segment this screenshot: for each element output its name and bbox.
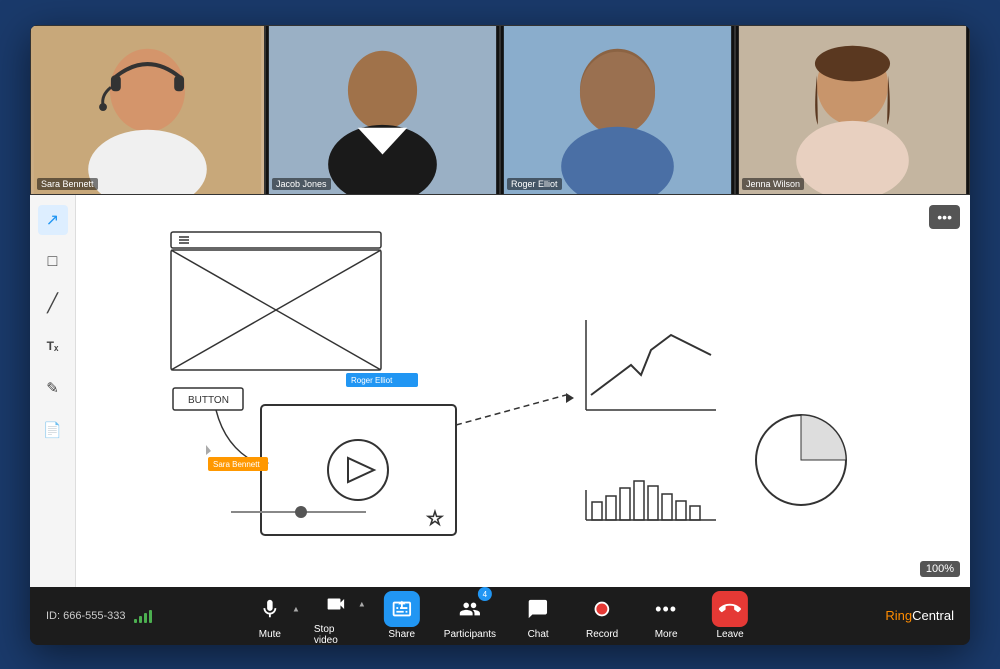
svg-text:Sara Bennett: Sara Bennett: [213, 460, 260, 469]
participants-label: Participants: [444, 629, 496, 640]
mute-button[interactable]: ▲ Mute: [250, 591, 290, 640]
more-options-button[interactable]: •••: [929, 205, 960, 229]
stop-video-button[interactable]: ▲ Stop video: [314, 586, 358, 645]
chat-label: Chat: [528, 629, 549, 640]
chat-icon: [520, 591, 556, 627]
participant-tile-roger: You are sharing your whiteboard Roger El…: [500, 25, 735, 195]
svg-text:☆: ☆: [426, 508, 444, 530]
share-label: Share: [388, 629, 415, 640]
leave-button[interactable]: Leave: [710, 591, 750, 640]
tool-text[interactable]: Tₓ: [38, 331, 68, 361]
svg-text:BUTTON: BUTTON: [188, 395, 229, 406]
mute-label: Mute: [259, 629, 281, 640]
participant-name-jenna: Jenna Wilson: [742, 178, 804, 190]
whiteboard-svg: Roger Elliot BUTTON Sara Bennett: [76, 195, 970, 587]
more-button[interactable]: ••• More: [646, 591, 686, 640]
participant-tile-jacob: Jacob Jones: [265, 25, 500, 195]
tool-line[interactable]: ╱: [38, 289, 68, 319]
meeting-id-text: ID: 666-555-333: [46, 610, 126, 622]
tool-pen[interactable]: ✎: [38, 373, 68, 403]
tool-select[interactable]: ↗: [38, 205, 68, 235]
participant-video-jenna: [736, 26, 969, 194]
more-label: More: [655, 629, 678, 640]
participant-video-jacob: [266, 26, 499, 194]
brand-logo: RingCentral: [885, 608, 954, 623]
signal-strength-icon: [134, 609, 152, 623]
share-icon: [384, 591, 420, 627]
participant-name-sara: Sara Bennett: [37, 178, 98, 190]
whiteboard: ••• 100% Roger Elliot: [76, 195, 970, 587]
participant-name-jacob: Jacob Jones: [272, 178, 331, 190]
meeting-id: ID: 666-555-333: [46, 609, 152, 623]
tool-rect[interactable]: □: [38, 247, 68, 277]
participants-icon: 4: [452, 591, 488, 627]
participant-video-roger: [501, 26, 734, 194]
bottom-bar: ID: 666-555-333 ▲ Mute: [30, 587, 970, 645]
participant-tile-sara: Sara Bennett: [30, 25, 265, 195]
more-icon: •••: [648, 591, 684, 627]
left-toolbar: ↗ □ ╱ Tₓ ✎ 📄: [30, 195, 76, 587]
tool-file[interactable]: 📄: [38, 415, 68, 445]
participant-name-roger: Roger Elliot: [507, 178, 562, 190]
chat-button[interactable]: Chat: [518, 591, 558, 640]
app-window: Sara Bennett Jacob Jones You are sharing…: [30, 25, 970, 645]
mute-arrow-icon[interactable]: ▲: [292, 605, 300, 614]
mute-icon: ▲: [252, 591, 288, 627]
participants-button[interactable]: 4 Participants: [446, 591, 494, 640]
leave-icon: [712, 591, 748, 627]
participants-badge: 4: [478, 587, 492, 601]
leave-label: Leave: [717, 629, 744, 640]
record-button[interactable]: Record: [582, 591, 622, 640]
svg-text:Roger Elliot: Roger Elliot: [351, 376, 393, 385]
record-label: Record: [586, 629, 618, 640]
brand-name: RingCentral: [885, 608, 954, 623]
participant-video-sara: [31, 26, 264, 194]
stop-video-icon: ▲: [318, 586, 354, 622]
stop-video-arrow-icon[interactable]: ▲: [358, 599, 366, 608]
meeting-controls: ▲ Mute ▲ Stop video: [250, 586, 750, 645]
participant-tile-jenna: Jenna Wilson: [735, 25, 970, 195]
stop-video-label: Stop video: [314, 624, 358, 645]
participants-bar: Sara Bennett Jacob Jones You are sharing…: [30, 25, 970, 195]
share-button[interactable]: Share: [382, 591, 422, 640]
record-icon: [584, 591, 620, 627]
main-area: ↗ □ ╱ Tₓ ✎ 📄 ••• 100%: [30, 195, 970, 587]
